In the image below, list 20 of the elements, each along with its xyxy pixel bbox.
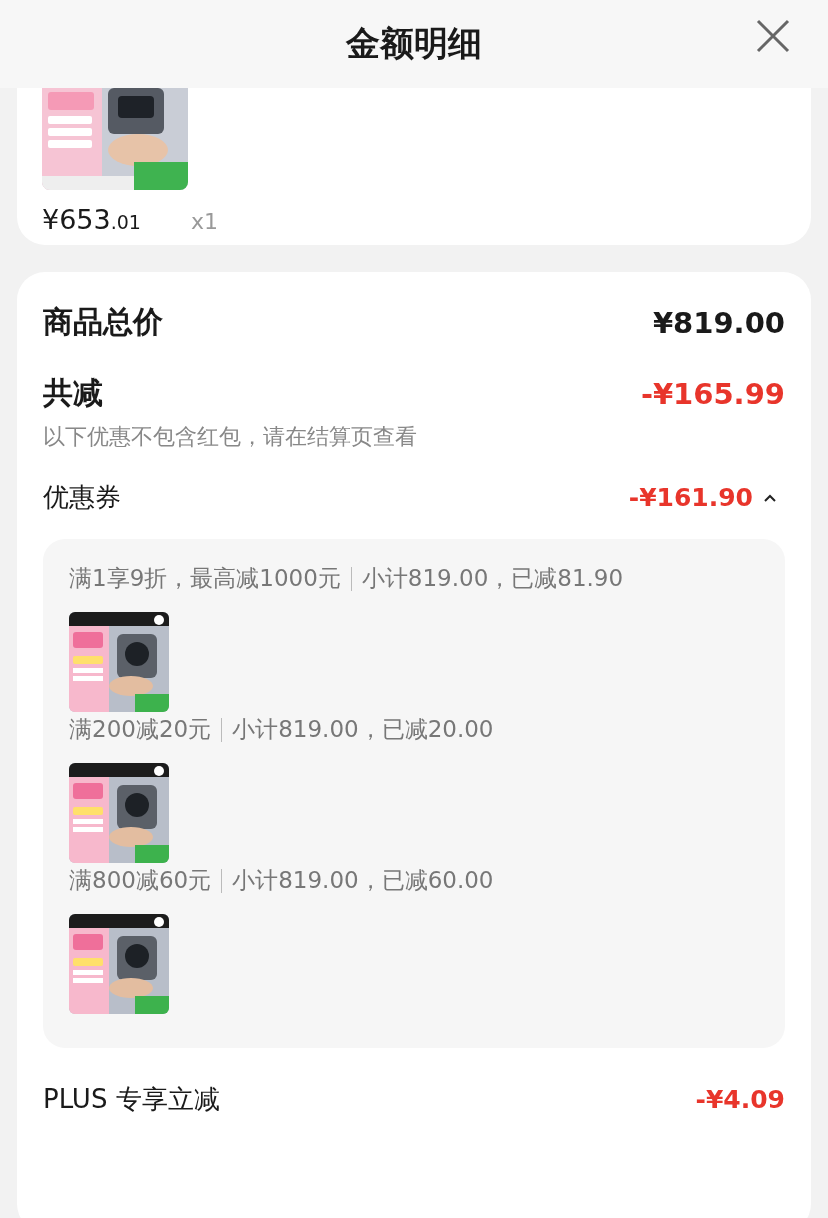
- coupon-subtotal: 小计819.00，已减20.00: [232, 715, 494, 744]
- quantity: x1: [190, 209, 218, 234]
- discount-note: 以下优惠不包含红包，请在结算页查看: [43, 423, 418, 451]
- discount-label: 共减: [43, 374, 103, 412]
- coupon-rule: 满800减60元: [69, 866, 212, 895]
- coupon-rule: 满200减20元: [69, 715, 212, 744]
- total-label: 商品总价: [43, 303, 163, 341]
- caret-icon[interactable]: [763, 492, 777, 503]
- coupon-subtotal: 小计819.00，已减81.90: [361, 564, 624, 593]
- total-value: ¥819.00: [652, 305, 785, 340]
- sheet-title: 金额明细: [346, 22, 482, 65]
- plus-value: -¥4.09: [695, 1085, 785, 1114]
- coupon-rule: 满1享9折，最高减1000元: [69, 564, 341, 593]
- coupon-value: -¥161.90: [628, 483, 753, 512]
- discount-value: -¥165.99: [640, 376, 785, 411]
- plus-label: PLUS 专享立减: [43, 1083, 220, 1116]
- coupon-label: 优惠券: [43, 481, 121, 514]
- coupon-subtotal: 小计819.00，已减60.00: [232, 866, 494, 895]
- product-price: ¥653.01: [42, 204, 141, 235]
- close-icon[interactable]: [756, 19, 790, 53]
